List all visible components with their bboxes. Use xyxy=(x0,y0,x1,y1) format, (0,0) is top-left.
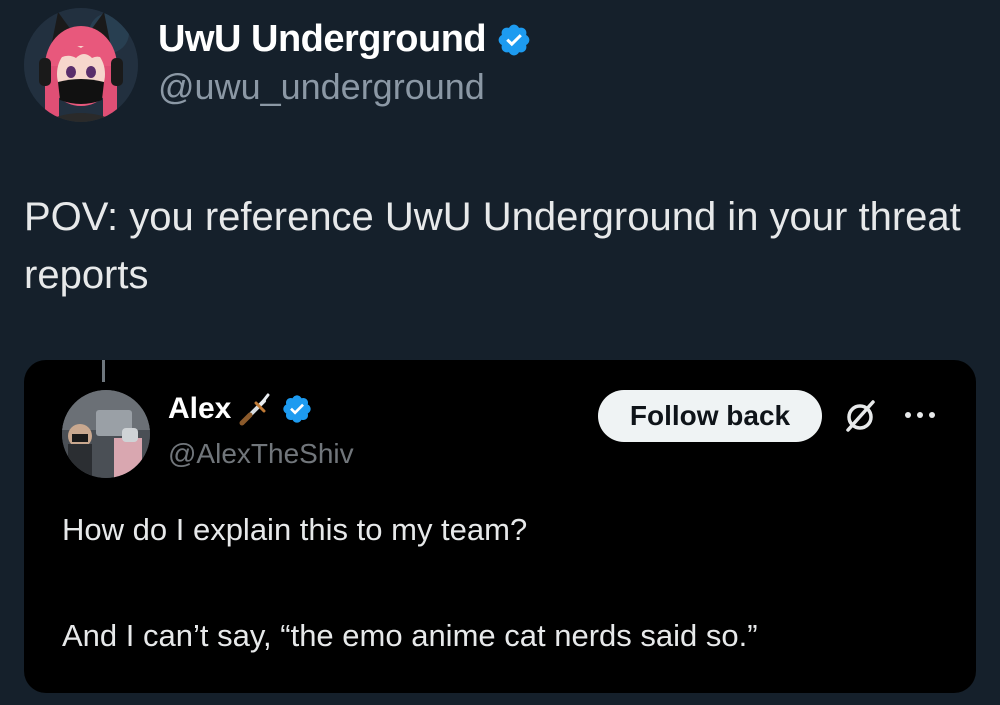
quoted-name-text: Alex xyxy=(168,392,232,425)
quoted-text-line-2: And I can’t say, “the emo anime cat nerd… xyxy=(62,618,758,653)
tweet-post: UwU Underground @uwu_underground POV: yo… xyxy=(0,0,1000,705)
verified-badge-icon xyxy=(498,24,530,55)
anime-avatar-icon xyxy=(24,8,138,122)
verified-badge-icon xyxy=(283,395,312,423)
grok-icon[interactable] xyxy=(840,396,880,436)
author-avatar[interactable] xyxy=(24,8,138,122)
photo-avatar-icon xyxy=(62,390,150,478)
tweet-text: POV: you reference UwU Underground in yo… xyxy=(24,195,961,297)
author-handle[interactable]: @uwu_underground xyxy=(158,66,485,108)
thread-line xyxy=(102,360,105,382)
author-name-text: UwU Underground xyxy=(158,18,487,60)
embedded-screenshot[interactable]: Alex @AlexTheShiv Follow back How do I e… xyxy=(24,360,976,693)
more-options-icon[interactable] xyxy=(900,400,940,430)
quoted-display-name[interactable]: Alex xyxy=(168,392,313,426)
quoted-handle[interactable]: @AlexTheShiv xyxy=(168,438,354,470)
dagger-icon xyxy=(239,393,270,426)
author-display-name[interactable]: UwU Underground xyxy=(158,18,532,61)
quoted-text-line-1: How do I explain this to my team? xyxy=(62,512,528,547)
quoted-avatar[interactable] xyxy=(62,390,150,478)
follow-back-button[interactable]: Follow back xyxy=(598,390,822,442)
